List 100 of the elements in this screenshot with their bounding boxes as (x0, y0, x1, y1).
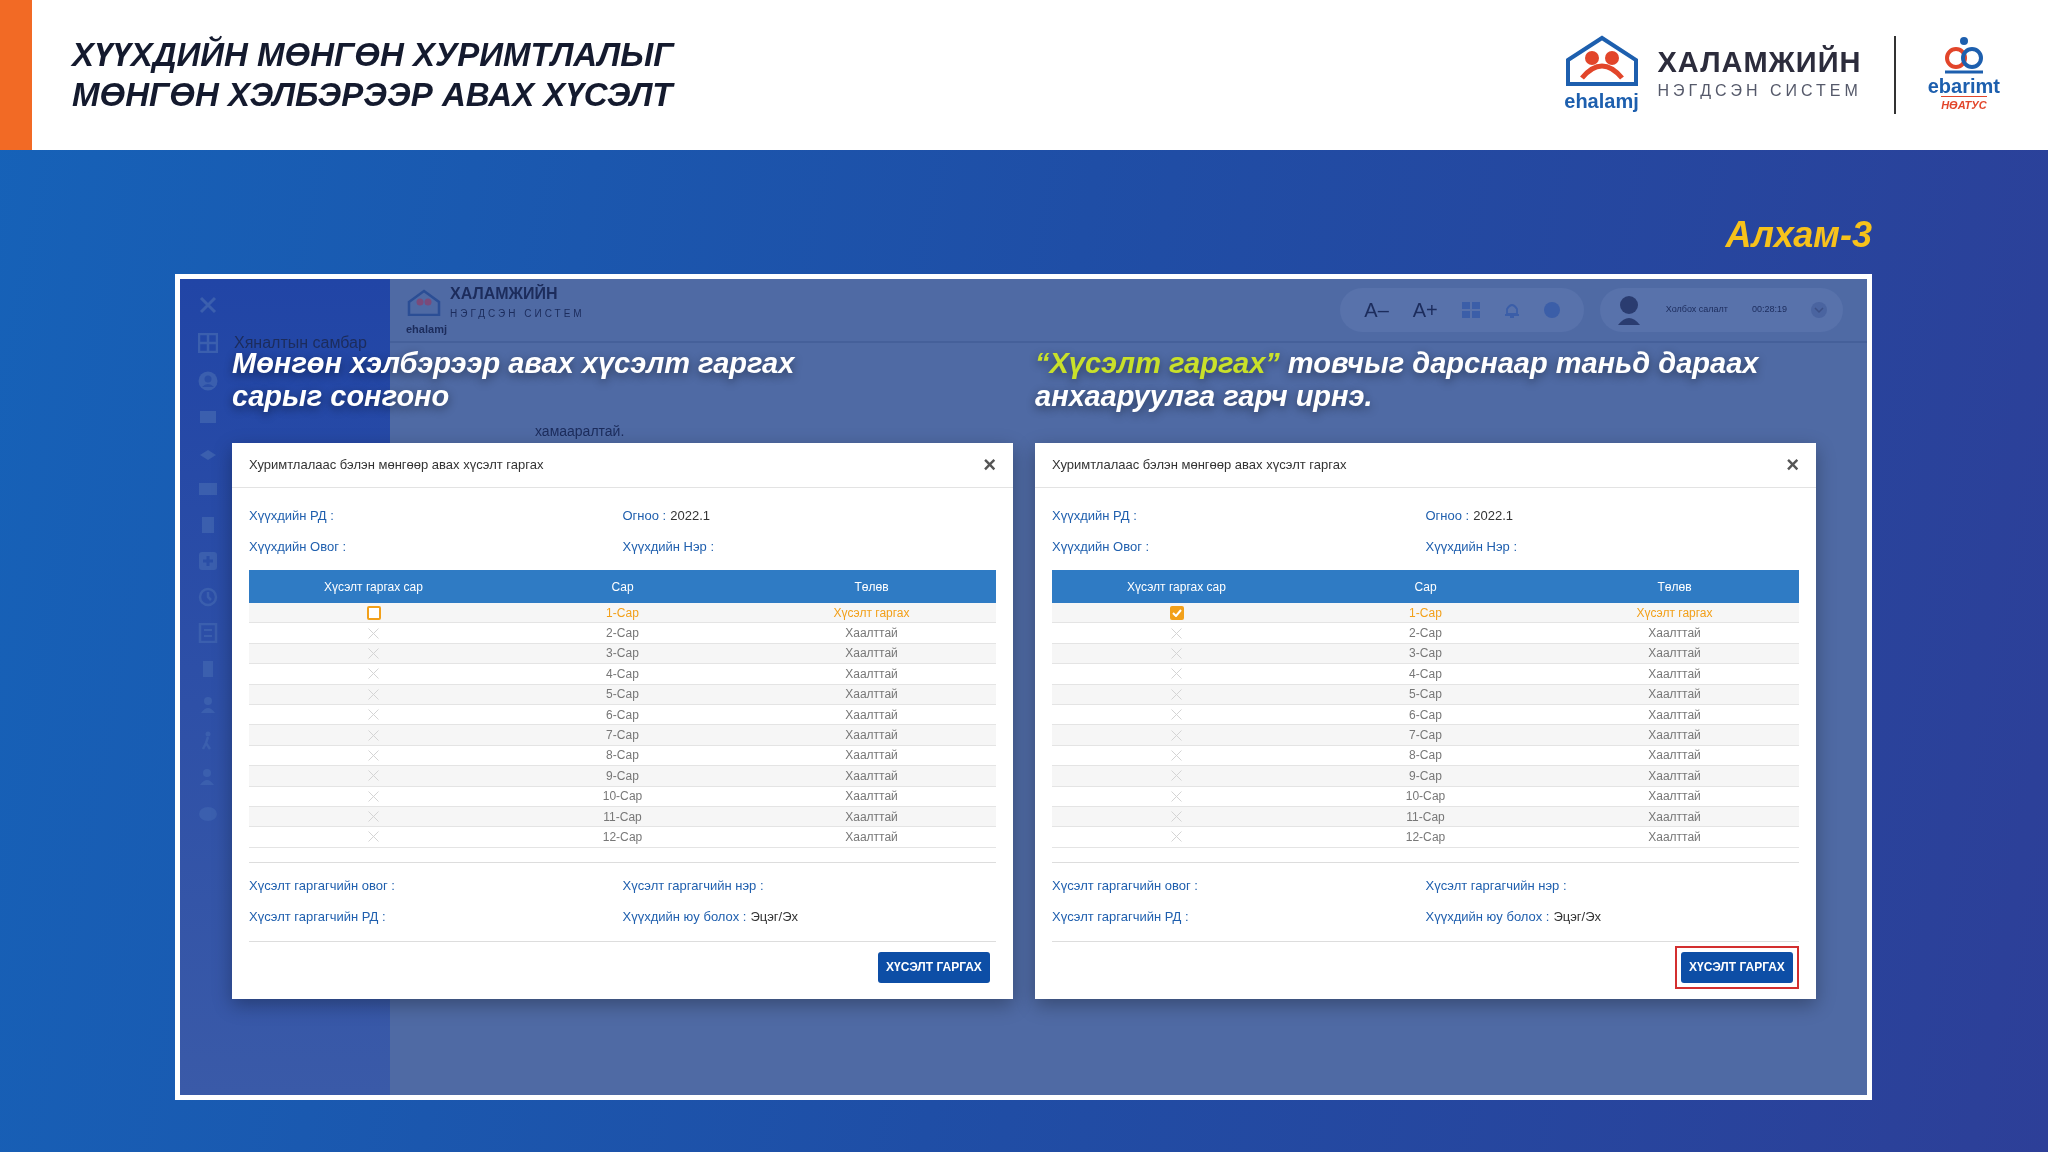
field-value: Эцэг/Эх (1553, 908, 1601, 927)
month-cell: 11-Сар (1406, 809, 1445, 824)
app-logo-text: ehalamj (406, 322, 448, 338)
field-label: Хүсэлт гаргагчийн РД : (249, 908, 386, 927)
cross-icon (368, 831, 379, 843)
month-cell: 10-Сар (1405, 789, 1446, 804)
month-cell: 4-Сар (1409, 666, 1442, 681)
session-time: 00:28:19 (1751, 303, 1787, 317)
field-value: Эцэг/Эх (750, 908, 798, 927)
background-text: хамааралтай. (535, 422, 625, 441)
cross-icon (368, 627, 379, 639)
step-label: Алхам-3 (1725, 213, 1872, 257)
field-label: Хүсэлт гаргагчийн овог : (1052, 877, 1198, 896)
status-cell: Хаалттай (845, 748, 898, 763)
field-label: Хүүхдийн РД : (249, 506, 334, 525)
status-cell: Хаалттай (845, 728, 898, 743)
status-cell: Хаалттай (1648, 626, 1701, 641)
status-cell: Хаалттай (845, 768, 898, 783)
field-label: Хүүхдийн юу болох : (622, 908, 747, 927)
brand-name: ХАЛАМЖИЙН (1657, 47, 1862, 79)
column-header: Хүсэлт гаргах сар (324, 579, 423, 594)
submit-button[interactable]: ХҮСЭЛТ ГАРГАХ (878, 951, 990, 983)
submit-button[interactable]: ХҮСЭЛТ ГАРГАХ (1681, 951, 1793, 983)
column-header: Сар (1414, 579, 1437, 594)
status-cell: Хаалттай (1648, 687, 1701, 702)
month-cell: 10-Сар (602, 789, 643, 804)
month-cell: 6-Сар (1409, 707, 1442, 722)
cross-icon (1171, 647, 1182, 659)
field-label: Хүсэлт гаргагчийн РД : (1052, 908, 1189, 927)
month-cell: 2-Сар (606, 626, 639, 641)
bell-icon[interactable] (1503, 301, 1520, 319)
column-header: Төлөв (854, 579, 889, 594)
close-button[interactable]: × (983, 454, 996, 476)
house-logo-icon (406, 287, 442, 316)
status-cell: Хүсэлт гаргах (1636, 605, 1713, 620)
cross-icon (1171, 749, 1182, 761)
month-cell: 9-Сар (1409, 768, 1442, 783)
close-button[interactable]: × (1786, 454, 1799, 476)
field-label: Хүүхдийн юу болох : (1425, 908, 1550, 927)
month-cell: 8-Сар (606, 748, 639, 763)
cross-icon (1171, 811, 1182, 823)
status-cell: Хаалттай (1648, 748, 1701, 763)
brand-subtitle: НЭГДСЭН СИСТЕМ (1657, 80, 1862, 101)
field-label: Огноо : (622, 506, 667, 525)
field-label: Хүсэлт гаргагчийн нэр : (1425, 877, 1567, 896)
cross-icon (1171, 831, 1182, 843)
user-name: Холбох салалт (1665, 303, 1728, 317)
month-cell: 12-Сар (602, 830, 643, 844)
checkbox[interactable] (1169, 605, 1184, 620)
cross-icon (368, 668, 379, 680)
cross-icon (368, 790, 379, 802)
status-cell: Хаалттай (1648, 707, 1701, 722)
status-cell: Хаалттай (1648, 768, 1701, 783)
month-cell: 1-Сар (606, 605, 639, 620)
grid-icon[interactable] (198, 333, 218, 353)
status-cell: Хүсэлт гаргах (833, 605, 910, 620)
month-cell: 7-Сар (1409, 728, 1442, 743)
field-label: Хүүхдийн Нэр : (622, 537, 715, 556)
status-cell: Хаалттай (1648, 646, 1701, 661)
chevron-down-icon[interactable] (1811, 302, 1827, 318)
status-cell: Хаалттай (1648, 666, 1701, 681)
month-cell: 8-Сар (1409, 748, 1442, 763)
ebarimt-subtitle: НӨАТУС (1941, 96, 1987, 114)
dialog-title: Хуримтлалаас бэлэн мөнгөөр авах хүсэлт гаргах (249, 456, 544, 475)
field-label: Хүсэлт гаргагчийн нэр : (622, 877, 764, 896)
status-cell: Хаалттай (1648, 789, 1701, 804)
user-icon[interactable] (198, 371, 218, 391)
close-icon[interactable] (198, 295, 218, 315)
field-label: Хүүхдийн РД : (1052, 506, 1137, 525)
caption: “Хүсэлт гаргах” товчыг дарснаар таньд дараах анхааруулга гарч ирнэ. (1035, 347, 1760, 414)
status-cell: Хаалттай (1648, 809, 1701, 824)
app-name: ХАЛАМЖИЙН (450, 283, 559, 305)
month-cell: 2-Сар (1409, 626, 1442, 641)
cross-icon (368, 749, 379, 761)
status-cell: Хаалттай (845, 666, 898, 681)
ebarimt-text: ebarimt (1927, 76, 2000, 97)
cross-icon (1171, 688, 1182, 700)
cross-icon (368, 770, 379, 782)
slide-title: МӨНГӨН ХЭЛБЭРЭЭР АВАХ ХҮСЭЛТ (72, 75, 674, 115)
month-cell: 3-Сар (606, 646, 639, 661)
month-cell: 4-Сар (606, 666, 639, 681)
cross-icon (368, 688, 379, 700)
checkbox[interactable] (366, 605, 381, 620)
column-header: Төлөв (1657, 579, 1692, 594)
status-cell: Хаалттай (845, 789, 898, 804)
status-cell: Хаалттай (845, 830, 898, 844)
field-label: Хүүхдийн Нэр : (1425, 537, 1518, 556)
slide-title: ХҮҮХДИЙН МӨНГӨН ХУРИМТЛАЛЫГ (72, 35, 674, 75)
cross-icon (1171, 627, 1182, 639)
status-cell: Хаалттай (845, 707, 898, 722)
field-label: Хүсэлт гаргагчийн овог : (249, 877, 395, 896)
logo-text: ehalamj (1564, 89, 1639, 114)
field-label: Огноо : (1425, 506, 1470, 525)
cross-icon (368, 709, 379, 721)
field-value: 2022.1 (1473, 506, 1513, 525)
cross-icon (368, 647, 379, 659)
grid-icon[interactable] (1461, 302, 1480, 318)
column-header: Хүсэлт гаргах сар (1127, 579, 1226, 594)
status-cell: Хаалттай (1648, 728, 1701, 743)
app-subtitle: НЭГДСЭН СИСТЕМ (450, 307, 585, 322)
